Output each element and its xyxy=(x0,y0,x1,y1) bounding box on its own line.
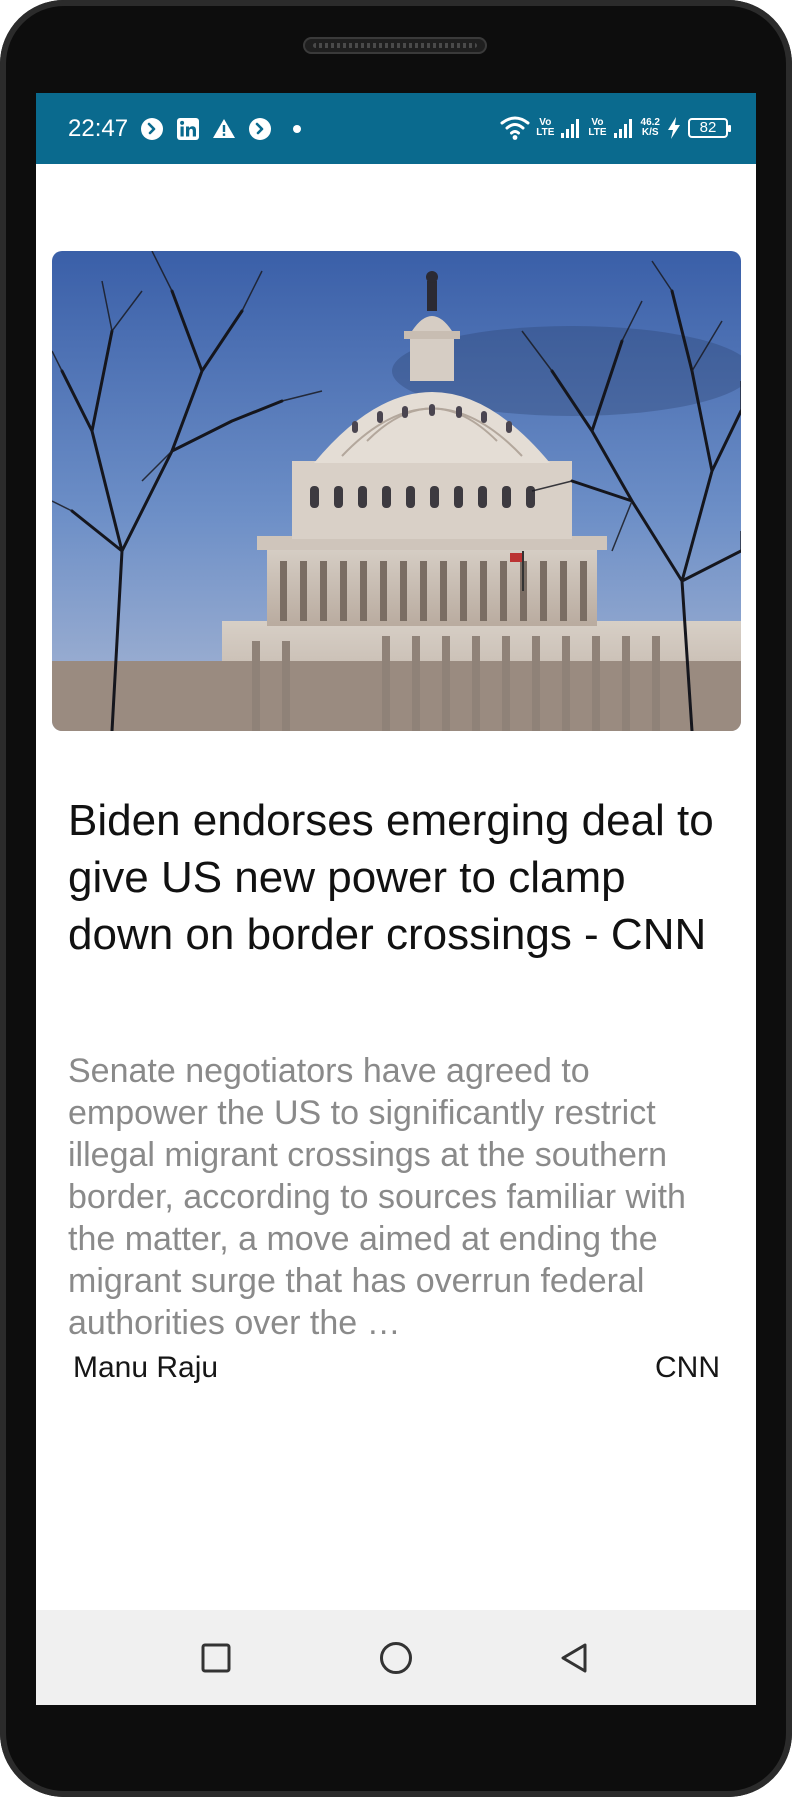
back-triangle-icon[interactable] xyxy=(554,1638,594,1678)
alert-icon xyxy=(212,117,236,141)
volte-icon: Vo LTE xyxy=(588,117,607,138)
article-author: Manu Raju xyxy=(73,1351,219,1384)
article-card[interactable]: Biden endorses emerging deal to give US … xyxy=(36,164,756,1705)
navigation-bar xyxy=(36,1610,756,1705)
battery-icon: 82 xyxy=(688,118,731,138)
article-image-capitol-building xyxy=(52,251,741,731)
dot-icon xyxy=(292,124,302,134)
wifi-icon xyxy=(500,115,530,141)
shazam-icon xyxy=(140,117,164,141)
home-circle-icon[interactable] xyxy=(376,1638,416,1678)
notification-icons xyxy=(140,115,302,143)
article-headline[interactable]: Biden endorses emerging deal to give US … xyxy=(68,792,728,963)
app-screen: 22:47 Vo LTE Vo LTE 46.2 K/S 82 Biden en… xyxy=(36,93,756,1705)
battery-level: 82 xyxy=(699,119,717,136)
status-bar: 22:47 Vo LTE Vo LTE 46.2 K/S 82 xyxy=(36,93,756,164)
signal-icon xyxy=(560,117,582,139)
system-status-icons: Vo LTE Vo LTE 46.2 K/S 82 xyxy=(500,111,731,145)
net-speed-unit: K/S xyxy=(641,127,659,138)
phone-frame: 22:47 Vo LTE Vo LTE 46.2 K/S 82 Biden en… xyxy=(0,0,792,1797)
shazam-icon xyxy=(248,117,272,141)
volte-icon: Vo LTE xyxy=(536,117,555,138)
recents-square-icon[interactable] xyxy=(196,1638,236,1678)
article-summary: Senate negotiators have agreed to empowe… xyxy=(68,1052,686,1342)
charging-icon xyxy=(666,116,682,140)
article-source: CNN xyxy=(655,1351,720,1384)
earpiece-speaker xyxy=(303,37,487,54)
linkedin-icon xyxy=(176,117,200,141)
signal-icon xyxy=(613,117,635,139)
net-speed: 46.2 K/S xyxy=(641,118,660,138)
status-time: 22:47 xyxy=(68,115,129,142)
